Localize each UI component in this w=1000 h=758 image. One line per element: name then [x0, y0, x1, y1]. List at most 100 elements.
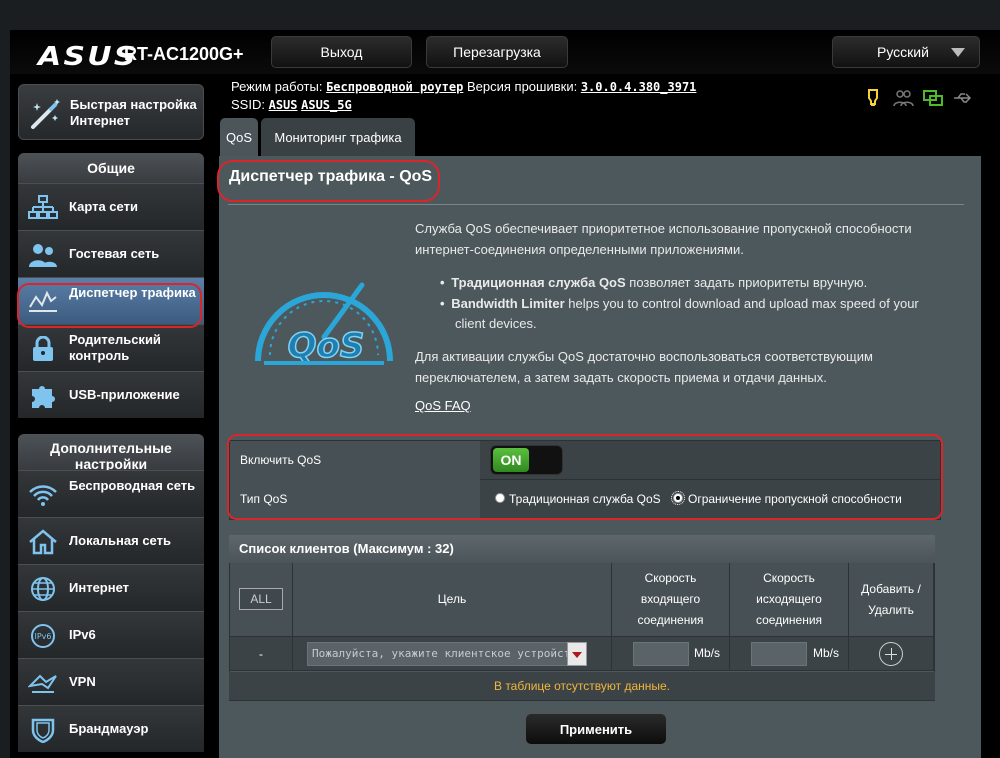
upload-speed-input[interactable] — [751, 642, 807, 666]
clients-icon[interactable] — [892, 88, 914, 108]
home-icon — [28, 529, 58, 555]
col-download-line: входящего — [640, 592, 701, 606]
description-line-4: переключателем, а затем задать скорость … — [415, 370, 827, 385]
shield-icon — [28, 717, 58, 744]
sidebar-item-lan[interactable]: Локальная сеть — [18, 517, 204, 564]
operation-mode-line: Режим работы: Беспроводной роутер Версия… — [231, 79, 696, 94]
sidebar-item-usb-app[interactable]: USB-приложение — [18, 371, 204, 418]
ssid-5g-link[interactable]: ASUS_5G — [301, 98, 352, 112]
usb-status-icon[interactable] — [952, 88, 974, 108]
col-add-delete: Добавить / Удалить — [849, 563, 934, 637]
advanced-header: Дополнительные настройки — [18, 434, 204, 470]
sidebar-item-label: USB-приложение — [69, 387, 180, 402]
bullet-bandwidth-limiter: Bandwidth Limiter helps you to control d… — [440, 294, 919, 314]
wps-bulb-icon[interactable] — [862, 88, 884, 108]
col-target: Цель — [293, 563, 612, 637]
sidebar-item-internet[interactable]: Интернет — [18, 564, 204, 611]
sidebar-item-wireless[interactable]: Беспроводная сеть — [18, 470, 204, 517]
sidebar-item-label: Брандмауэр — [69, 721, 149, 736]
description-line-1: Служба QoS обеспечивает приоритетное исп… — [415, 221, 912, 236]
col-download-line: Скорость — [644, 571, 697, 585]
sidebar-item-guest-network[interactable]: Гостевая сеть — [18, 230, 204, 277]
firmware-label: Версия прошивки: — [466, 79, 578, 94]
ssid-line: SSID: ASUS ASUS_5G — [231, 97, 352, 112]
sidebar-item-label: Беспроводная сеть — [69, 478, 196, 493]
ssid-label: SSID: — [231, 97, 265, 112]
sidebar-item-label: Локальная сеть — [69, 533, 171, 548]
client-list-header: Список клиентов (Максимум : 32) — [229, 535, 935, 563]
client-dropdown-arrow-icon[interactable] — [567, 642, 587, 666]
upload-unit: Mb/s — [813, 646, 840, 660]
puzzle-icon — [28, 383, 58, 409]
download-unit: Mb/s — [694, 646, 721, 660]
description-line-2: интернет-соединения определенными прилож… — [415, 242, 744, 257]
sidebar-item-network-map[interactable]: Карта сети — [18, 183, 204, 230]
bullet-1-text: позволяет задать приоритеты вручную. — [625, 275, 868, 290]
bullet-1-bold: Традиционная служба QoS — [451, 275, 626, 290]
client-select-input[interactable]: Пожалуйста, укажите клиентское устройств… — [307, 642, 587, 666]
internet-status-icon[interactable] — [922, 88, 944, 108]
logout-button[interactable]: Выход — [271, 36, 412, 68]
advanced-menu: Дополнительные настройки Беспроводная се… — [18, 434, 204, 752]
wifi-icon — [28, 482, 58, 508]
mode-label: Режим работы: — [231, 79, 323, 94]
sidebar-item-ipv6[interactable]: IPv6 IPv6 — [18, 611, 204, 658]
col-upload-speed: Скорость исходящего соединения — [730, 563, 849, 637]
asus-logo: ASUS — [38, 42, 138, 72]
col-upload-line: соединения — [755, 613, 823, 627]
row-index: - — [230, 637, 293, 671]
highlight-title — [217, 160, 440, 202]
bullet-2-text: helps you to control download and upload… — [564, 296, 919, 311]
sidebar-item-label: Гостевая сеть — [69, 246, 160, 261]
apply-button[interactable]: Применить — [525, 713, 667, 745]
bullet-traditional-qos: Традиционная служба QoS позволяет задать… — [440, 273, 868, 293]
vpn-icon — [27, 670, 58, 696]
add-client-plus-icon[interactable] — [879, 642, 903, 666]
qos-gauge-logo: QoS — [250, 253, 398, 368]
magic-wand-icon — [29, 97, 63, 134]
sidebar-item-vpn[interactable]: VPN — [18, 658, 204, 705]
quick-internet-setup-button[interactable]: Быстрая настройка Интернет — [18, 84, 204, 140]
sidebar-item-label: Карта сети — [69, 199, 138, 214]
download-speed-input[interactable] — [633, 642, 689, 666]
ssid-24-link[interactable]: ASUS — [269, 98, 298, 112]
ipv6-icon: IPv6 — [28, 623, 58, 649]
all-button[interactable]: ALL — [239, 588, 283, 610]
tab-qos[interactable]: QoS — [220, 118, 258, 156]
quick-setup-label: Быстрая настройка Интернет — [70, 97, 197, 128]
col-add-line: Удалить — [868, 602, 914, 617]
sidebar-item-label: VPN — [69, 674, 96, 689]
model-name: RT-AC1200G+ — [124, 44, 244, 64]
qos-faq-link[interactable]: QoS FAQ — [415, 398, 471, 413]
firmware-link[interactable]: 3.0.0.4.380_3971 — [581, 80, 697, 94]
sidebar-item-label: IPv6 — [69, 627, 96, 642]
lock-icon — [28, 335, 58, 362]
language-value: Русский — [877, 44, 929, 60]
col-add-line: Добавить / — [861, 581, 921, 596]
description-line-3: Для активации службы QoS достаточно восп… — [415, 349, 873, 364]
sidebar-item-parental-control[interactable]: Родительский контроль — [18, 324, 204, 371]
sidebar-item-firewall[interactable]: Брандмауэр — [18, 705, 204, 752]
empty-table-message: В таблице отсутствуют данные. — [229, 672, 935, 700]
col-download-speed: Скорость входящего соединения — [612, 563, 730, 637]
highlight-traffic-manager — [17, 283, 202, 328]
reboot-button[interactable]: Перезагрузка — [426, 36, 568, 68]
qos-logo-text: QoS — [288, 326, 365, 366]
mode-link[interactable]: Беспроводной роутер — [326, 80, 463, 94]
globe-icon — [28, 576, 58, 602]
tab-traffic-monitor[interactable]: Мониторинг трафика — [261, 118, 415, 156]
highlight-qos-settings — [227, 434, 943, 520]
sidebar-item-label: Родительский контроль — [69, 332, 161, 363]
chevron-down-icon — [951, 48, 965, 57]
language-select[interactable]: Русский — [832, 36, 980, 68]
bullet-2-bold: Bandwidth Limiter — [451, 296, 565, 311]
general-header: Общие — [18, 153, 204, 183]
bullet-2-continuation: client devices. — [455, 316, 537, 331]
title-divider — [228, 204, 964, 205]
guest-network-icon — [28, 242, 58, 268]
col-download-line: соединения — [637, 613, 704, 627]
col-upload-line: исходящего — [756, 592, 822, 606]
col-upload-line: Скорость — [763, 571, 815, 585]
status-icons — [862, 86, 974, 110]
sidebar-item-label: Интернет — [69, 580, 130, 595]
